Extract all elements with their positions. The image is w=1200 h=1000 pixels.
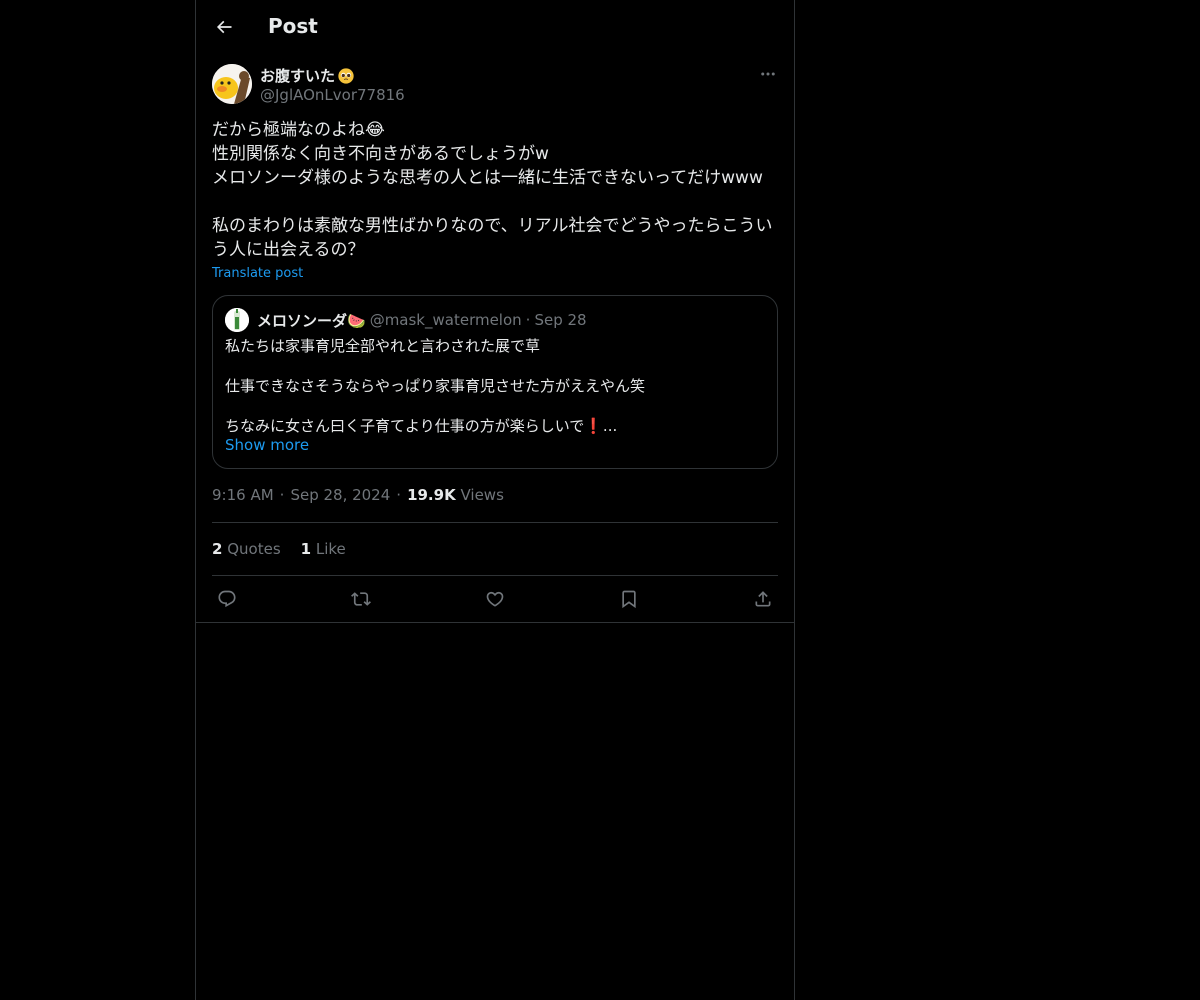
likes-count: 1 [300, 540, 312, 558]
like-icon [486, 591, 504, 607]
likes-label: Like [315, 540, 346, 558]
quoted-text-line: ちなみに女さん曰く子育てより仕事の方が楽らしいで❗... [225, 417, 618, 435]
views-count: 19.9K [407, 486, 456, 504]
arrow-left-icon [216, 20, 232, 34]
quoted-text-line: 私たちは家事育児全部やれと言わされた展で草 [225, 337, 541, 355]
quoted-author-name[interactable]: メロソンーダ🍉 [257, 310, 366, 331]
post-text-line: 私のまわりは素敵な男性ばかりなので、リアル社会でどうやったらこうい [212, 216, 773, 236]
show-more-link[interactable]: Show more [225, 436, 309, 454]
separator-dot: · [279, 486, 285, 504]
quotes-count: 2 [212, 540, 223, 558]
divider [212, 575, 778, 576]
like-button[interactable] [480, 584, 510, 614]
reply-button[interactable] [212, 584, 242, 614]
quotes-stat[interactable]: 2 Quotes [212, 540, 281, 558]
post-text-line: う人に出会えるの？ [212, 240, 365, 260]
bookmark-button[interactable] [614, 584, 644, 614]
views[interactable]: 19.9K Views [407, 486, 504, 504]
more-options-button[interactable] [758, 64, 778, 84]
separator-dot: · [396, 486, 402, 504]
divider [212, 522, 778, 523]
quoted-text-blank-line [225, 356, 765, 376]
post-author: お腹すいた @JglAOnLvor77816 [212, 64, 778, 108]
repost-icon [351, 592, 371, 606]
quoted-post[interactable]: メロソンーダ🍉 @mask_watermelon · Sep 28 私たちは家事… [212, 295, 778, 469]
quoted-post-header: メロソンーダ🍉 @mask_watermelon · Sep 28 [225, 308, 587, 332]
post-metadata: 9:16 AM · Sep 28, 2024 · 19.9K Views [212, 486, 504, 504]
back-button[interactable] [206, 9, 242, 45]
author-name-text: お腹すいた [260, 67, 336, 85]
post-text-blank-line [212, 190, 778, 214]
post-text-line: 性別関係なく向き不向きがあるでしょうがw [212, 144, 549, 164]
post-time[interactable]: 9:16 AM [212, 486, 274, 504]
separator-dot: · [525, 311, 531, 329]
author-handle[interactable]: @JglAOnLvor77816 [260, 86, 405, 104]
bookmark-icon [622, 590, 636, 609]
views-label: Views [460, 486, 504, 504]
quoted-text-blank-line [225, 396, 765, 416]
divider [196, 622, 794, 623]
post-stats: 2 Quotes 1 Like [212, 540, 346, 558]
pleading-face-emoji-icon [338, 67, 354, 84]
post-date[interactable]: Sep 28, 2024 [290, 486, 390, 504]
more-horizontal-icon [761, 72, 775, 76]
post-text-line: メロソンーダ様のような思考の人とは一緒に生活できないってだけwww [212, 168, 763, 188]
share-button[interactable] [748, 584, 778, 614]
translate-post-link[interactable]: Translate post [212, 266, 303, 281]
quoted-post-date[interactable]: Sep 28 [534, 311, 586, 329]
quoted-post-text: 私たちは家事育児全部やれと言わされた展で草 仕事できなさそうならやっぱり家事育児… [225, 336, 765, 436]
drink-bottle-icon [225, 308, 249, 332]
quoted-author-handle[interactable]: @mask_watermelon [370, 311, 522, 329]
repost-button[interactable] [346, 584, 376, 614]
post-text: だから極端なのよね😂 性別関係なく向き不向きがあるでしょうがw メロソンーダ様の… [212, 118, 778, 262]
author-name[interactable]: お腹すいた [260, 65, 355, 86]
quotes-label: Quotes [227, 540, 281, 558]
share-icon [755, 591, 771, 607]
avatar[interactable] [212, 64, 252, 104]
quoted-avatar[interactable] [225, 308, 249, 332]
post-text-line: だから極端なのよね😂 [212, 120, 385, 140]
reply-icon [218, 590, 236, 608]
post-header: Post [196, 0, 794, 53]
page-title: Post [268, 14, 318, 38]
post-actions [212, 584, 778, 614]
quoted-text-line: 仕事できなさそうならやっぱり家事育児させた方がええやん笑 [225, 377, 646, 395]
post-column: Post お腹すいた @JglAOnLvor77816 だから極端なのよね😂 性… [195, 0, 795, 1000]
duck-character-icon [212, 64, 252, 104]
likes-stat[interactable]: 1 Like [301, 540, 346, 558]
